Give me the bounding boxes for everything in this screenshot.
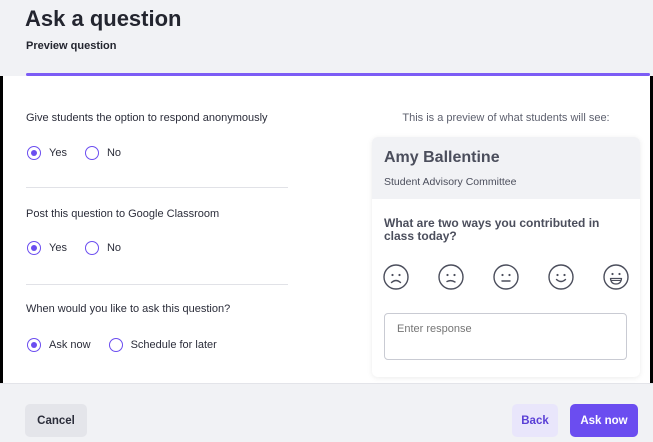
cancel-button[interactable]: Cancel <box>25 404 87 437</box>
anonymous-no-label[interactable]: No <box>107 147 121 159</box>
anonymous-radio-group: Yes No <box>27 146 121 160</box>
preview-question: What are two ways you contributed in cla… <box>384 216 600 243</box>
classroom-no-radio[interactable] <box>84 241 99 255</box>
grin-face-icon[interactable] <box>602 263 630 291</box>
preview-card: Amy Ballentine Student Advisory Committe… <box>372 137 640 377</box>
progress-accent-bar <box>26 73 650 76</box>
classroom-yes-radio[interactable] <box>27 241 41 255</box>
ask-now-radio[interactable] <box>27 338 41 352</box>
ask-now-label[interactable]: Ask now <box>49 339 91 351</box>
emoji-scale <box>382 263 630 291</box>
page-title: Ask a question <box>25 6 182 31</box>
schedule-later-radio[interactable] <box>108 338 123 352</box>
schedule-later-label[interactable]: Schedule for later <box>131 339 217 351</box>
modal-header: Ask a question Preview question <box>0 0 653 76</box>
response-input[interactable] <box>384 313 627 360</box>
back-button[interactable]: Back <box>512 404 558 437</box>
timing-label: When would you like to ask this question… <box>26 303 231 315</box>
anonymous-label: Give students the option to respond anon… <box>26 112 268 124</box>
classroom-radio-group: Yes No <box>27 241 121 255</box>
anonymous-yes-label[interactable]: Yes <box>49 147 67 159</box>
teacher-name: Amy Ballentine <box>384 149 500 166</box>
smile-face-icon[interactable] <box>547 263 575 291</box>
preview-card-header: Amy Ballentine Student Advisory Committe… <box>372 137 640 199</box>
anonymous-no-radio[interactable] <box>84 146 99 160</box>
page-subtitle: Preview question <box>26 40 117 52</box>
section-divider <box>26 187 288 188</box>
anonymous-yes-radio[interactable] <box>27 146 41 160</box>
class-name: Student Advisory Committee <box>384 176 517 188</box>
timing-radio-group: Ask now Schedule for later <box>27 338 217 352</box>
classroom-yes-label[interactable]: Yes <box>49 242 67 254</box>
frown-face-icon[interactable] <box>382 263 410 291</box>
neutral-face-icon[interactable] <box>492 263 520 291</box>
section-divider <box>26 284 288 285</box>
ask-now-button[interactable]: Ask now <box>570 404 638 437</box>
classroom-no-label[interactable]: No <box>107 242 121 254</box>
classroom-label: Post this question to Google Classroom <box>26 208 220 220</box>
preview-caption: This is a preview of what students will … <box>402 112 610 124</box>
modal-footer: Cancel Back Ask now <box>0 383 653 442</box>
confused-face-icon[interactable] <box>437 263 465 291</box>
